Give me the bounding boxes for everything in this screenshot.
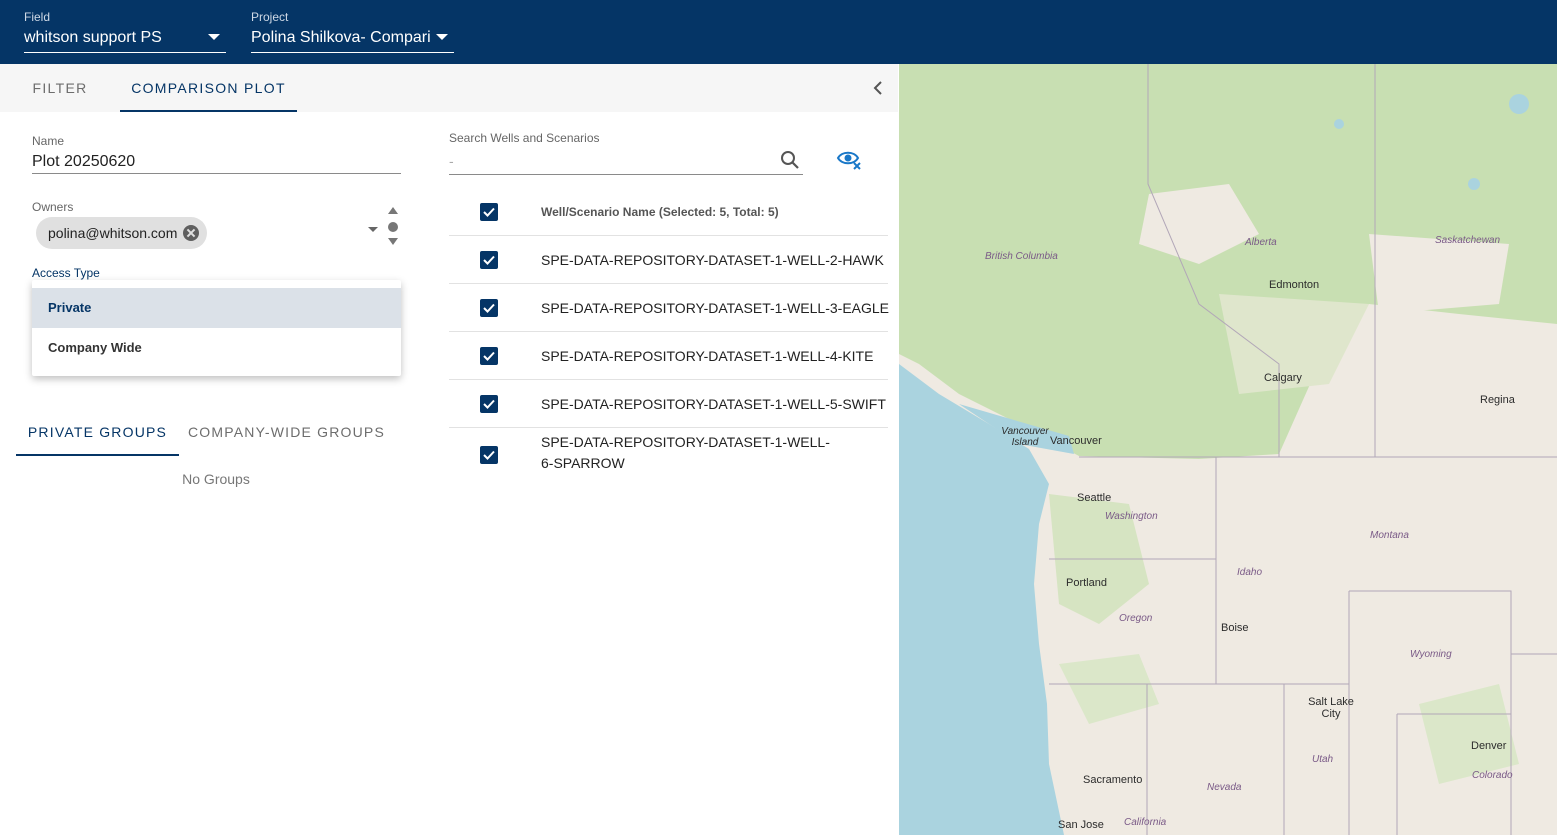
owners-field: Owners bbox=[32, 200, 372, 214]
search-label: Search Wells and Scenarios bbox=[449, 131, 600, 145]
table-row[interactable]: SPE-DATA-REPOSITORY-DATASET-1-WELL-5-SWI… bbox=[449, 380, 888, 428]
table-row[interactable]: SPE-DATA-REPOSITORY-DATASET-1-WELL-4-KIT… bbox=[449, 332, 888, 380]
menu-item-company-wide[interactable]: Company Wide bbox=[32, 328, 401, 368]
row-checkbox[interactable] bbox=[480, 347, 498, 365]
map-label-region: Colorado bbox=[1472, 770, 1513, 781]
map-label-region: Wyoming bbox=[1410, 649, 1452, 660]
map-label-region: Nevada bbox=[1207, 782, 1242, 793]
name-field[interactable]: Name Plot 20250620 bbox=[32, 134, 401, 174]
map-label-city: Calgary bbox=[1264, 372, 1302, 384]
check-icon bbox=[483, 207, 495, 217]
field-selector[interactable]: Field whitson support PS bbox=[24, 10, 226, 53]
well-name: SPE-DATA-REPOSITORY-DATASET-1-WELL-2-HAW… bbox=[541, 252, 884, 268]
map-label-city: Edmonton bbox=[1269, 279, 1320, 291]
chevron-down-icon bbox=[208, 34, 220, 40]
tab-private-groups[interactable]: PRIVATE GROUPS bbox=[16, 408, 179, 456]
map-label-city: Regina bbox=[1480, 394, 1515, 406]
visibility-off-icon[interactable] bbox=[836, 148, 862, 170]
access-type-field: Access Type bbox=[32, 266, 401, 280]
map-label-city: Vancouver Island bbox=[1001, 426, 1049, 448]
chevron-down-icon bbox=[436, 34, 448, 40]
group-tabs: PRIVATE GROUPS COMPANY-WIDE GROUPS bbox=[16, 408, 406, 456]
table-row[interactable]: SPE-DATA-REPOSITORY-DATASET-1-WELL-6-SPA… bbox=[449, 428, 888, 482]
well-name: SPE-DATA-REPOSITORY-DATASET-1-WELL-4-KIT… bbox=[541, 348, 874, 364]
row-checkbox[interactable] bbox=[480, 446, 498, 464]
map-view[interactable]: British Columbia Alberta Saskatchewan Wa… bbox=[899, 64, 1557, 835]
map-label-region: Oregon bbox=[1119, 613, 1153, 624]
arrow-down-icon[interactable] bbox=[388, 238, 398, 245]
left-panel: FILTER COMPARISON PLOT Name Plot 2025062… bbox=[0, 64, 898, 835]
check-icon bbox=[483, 450, 495, 460]
tab-filter[interactable]: FILTER bbox=[0, 64, 120, 112]
name-input[interactable]: Plot 20250620 bbox=[32, 150, 401, 174]
search-icon[interactable] bbox=[779, 149, 801, 171]
menu-item-private[interactable]: Private bbox=[32, 288, 401, 328]
select-all-checkbox[interactable] bbox=[480, 203, 498, 221]
tab-company-wide-groups[interactable]: COMPANY-WIDE GROUPS bbox=[179, 408, 394, 456]
panel-tabs: FILTER COMPARISON PLOT bbox=[0, 64, 898, 112]
table-header: Well/Scenario Name (Selected: 5, Total: … bbox=[449, 188, 888, 236]
project-label: Project bbox=[251, 10, 289, 24]
owner-chip[interactable]: polina@whitson.com bbox=[36, 217, 208, 249]
check-icon bbox=[483, 351, 495, 361]
well-name: SPE-DATA-REPOSITORY-DATASET-1-WELL-6-SPA… bbox=[541, 434, 830, 471]
map-label-region: Utah bbox=[1312, 754, 1334, 765]
row-checkbox[interactable] bbox=[480, 395, 498, 413]
map-label-region: Idaho bbox=[1237, 567, 1263, 578]
chevron-down-icon[interactable] bbox=[368, 227, 378, 232]
owners-stepper[interactable] bbox=[387, 207, 399, 247]
chevron-left-icon[interactable] bbox=[868, 78, 888, 98]
map-label-region: Washington bbox=[1105, 511, 1158, 522]
map-label-city: Denver bbox=[1471, 740, 1507, 752]
project-selector[interactable]: Project Polina Shilkova- Compari bbox=[251, 10, 454, 53]
check-icon bbox=[483, 399, 495, 409]
map-label-region: Montana bbox=[1370, 530, 1409, 541]
map-label-city: Seattle bbox=[1077, 492, 1112, 504]
table-header-label: Well/Scenario Name (Selected: 5, Total: … bbox=[541, 205, 779, 219]
field-label: Field bbox=[24, 10, 51, 24]
map-label-city: Vancouver bbox=[1050, 435, 1102, 447]
access-type-menu: Private Company Wide bbox=[32, 280, 401, 376]
map-label-city: Sacramento bbox=[1083, 774, 1143, 786]
table-row[interactable]: SPE-DATA-REPOSITORY-DATASET-1-WELL-3-EAG… bbox=[449, 284, 890, 332]
tab-comparison-plot[interactable]: COMPARISON PLOT bbox=[120, 64, 297, 112]
top-bar: Field whitson support PS Project Polina … bbox=[0, 0, 1557, 64]
owner-chip-label: polina@whitson.com bbox=[48, 225, 178, 241]
wells-table: Well/Scenario Name (Selected: 5, Total: … bbox=[449, 188, 890, 482]
search-field: Search Wells and Scenarios bbox=[449, 131, 803, 175]
map-canvas bbox=[899, 64, 1557, 835]
field-select[interactable]: whitson support PS bbox=[24, 27, 226, 53]
check-icon bbox=[483, 255, 495, 265]
map-label-region: Saskatchewan bbox=[1435, 235, 1501, 246]
map-label-city: San Jose bbox=[1058, 819, 1104, 831]
name-label: Name bbox=[32, 134, 65, 148]
row-checkbox[interactable] bbox=[480, 251, 498, 269]
close-icon[interactable] bbox=[183, 225, 200, 241]
map-label-region: Alberta bbox=[1245, 237, 1277, 248]
dot-icon bbox=[388, 222, 398, 232]
arrow-up-icon[interactable] bbox=[388, 207, 398, 214]
well-name: SPE-DATA-REPOSITORY-DATASET-1-WELL-3-EAG… bbox=[541, 300, 890, 316]
map-label-city: Salt Lake City bbox=[1308, 696, 1354, 720]
no-groups-text: No Groups bbox=[182, 471, 250, 487]
check-icon bbox=[483, 303, 495, 313]
map-label-region: California bbox=[1124, 817, 1167, 828]
field-value: whitson support PS bbox=[24, 29, 162, 46]
project-select[interactable]: Polina Shilkova- Compari bbox=[251, 27, 454, 53]
map-label-city: Boise bbox=[1221, 622, 1249, 634]
search-input[interactable] bbox=[449, 147, 803, 175]
owners-label: Owners bbox=[32, 200, 74, 214]
project-value: Polina Shilkova- Compari bbox=[251, 29, 431, 46]
well-name: SPE-DATA-REPOSITORY-DATASET-1-WELL-5-SWI… bbox=[541, 396, 886, 412]
map-label-region: British Columbia bbox=[985, 251, 1058, 262]
table-row[interactable]: SPE-DATA-REPOSITORY-DATASET-1-WELL-2-HAW… bbox=[449, 236, 888, 284]
access-type-label: Access Type bbox=[32, 266, 100, 280]
row-checkbox[interactable] bbox=[480, 299, 498, 317]
map-label-city: Portland bbox=[1066, 577, 1107, 589]
